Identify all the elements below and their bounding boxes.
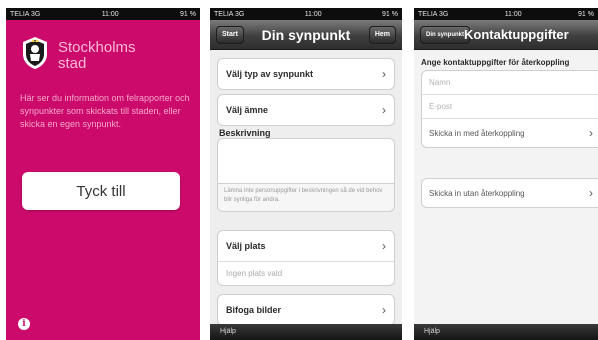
select-place-label: Välj plats (226, 241, 266, 251)
contact-screen: TELIA 3G 11:00 91 % Din synpunkt Kontakt… (414, 8, 598, 340)
chevron-right-icon: › (589, 186, 593, 200)
send-with-feedback-label: Skicka in med återkoppling (429, 128, 525, 138)
chevron-right-icon: › (382, 67, 386, 81)
info-icon[interactable]: i (18, 318, 30, 330)
help-link[interactable]: Hjälp (220, 328, 236, 335)
nav-bar: Din synpunkt Kontaktuppgifter (414, 20, 598, 50)
stockholm-crest-icon (20, 36, 50, 75)
chevron-right-icon: › (589, 126, 593, 140)
chevron-right-icon: › (382, 103, 386, 117)
nav-bar: Start Din synpunkt Hem (210, 20, 402, 50)
attach-images-row[interactable]: Bifoga bilder › (217, 294, 395, 326)
status-bar: TELIA 3G 11:00 91 % (210, 8, 402, 20)
description-textarea[interactable] (217, 138, 395, 184)
select-subject-label: Välj ämne (226, 105, 269, 115)
send-with-feedback-button[interactable]: Skicka in med återkoppling › (422, 119, 598, 147)
email-field[interactable]: E-post (422, 95, 598, 119)
home-button[interactable]: Hem (368, 26, 396, 44)
send-without-feedback-label: Skicka in utan återkoppling (429, 188, 525, 198)
help-link[interactable]: Hjälp (424, 328, 440, 335)
contact-heading: Ange kontaktuppgifter för återkoppling (421, 58, 570, 67)
description-hint: Lämna inte personuppgifter i beskrivning… (217, 184, 395, 212)
chevron-right-icon: › (382, 303, 386, 317)
status-bar: TELIA 3G 11:00 91 % (414, 8, 598, 20)
help-bar: Hjälp (414, 324, 598, 340)
attach-images-label: Bifoga bilder (226, 305, 282, 315)
intro-text: Här ser du information om felrapporter o… (20, 93, 190, 129)
contact-form: Namn E-post Skicka in med återkoppling › (421, 70, 598, 148)
welcome-screen: TELIA 3G 11:00 91 % Stockholms stad Här … (6, 8, 200, 340)
battery-label: 91 % (180, 10, 196, 18)
give-feedback-button[interactable]: Tyck till (22, 172, 180, 210)
feedback-screen: TELIA 3G 11:00 91 % Start Din synpunkt H… (210, 8, 402, 340)
name-field[interactable]: Namn (422, 71, 598, 95)
status-bar: TELIA 3G 11:00 91 % (6, 8, 200, 20)
send-without-feedback-button[interactable]: Skicka in utan återkoppling › (421, 178, 598, 208)
select-type-label: Välj typ av synpunkt (226, 69, 314, 79)
page-title: Kontaktuppgifter (464, 27, 569, 42)
select-type-row[interactable]: Välj typ av synpunkt › (217, 58, 395, 90)
select-place-row[interactable]: Välj plats › (218, 231, 394, 261)
carrier-label: TELIA 3G (10, 10, 41, 18)
description-label: Beskrivning (219, 128, 271, 138)
select-subject-row[interactable]: Välj ämne › (217, 94, 395, 126)
no-place-text: Ingen plats vald (218, 261, 394, 285)
back-button[interactable]: Din synpunkt (420, 26, 471, 44)
chevron-right-icon: › (382, 239, 386, 253)
brand-name: Stockholms stad (58, 39, 136, 72)
time-label: 11:00 (101, 10, 119, 18)
select-place-group: Välj plats › Ingen plats vald (217, 230, 395, 286)
help-bar: Hjälp (210, 324, 402, 340)
